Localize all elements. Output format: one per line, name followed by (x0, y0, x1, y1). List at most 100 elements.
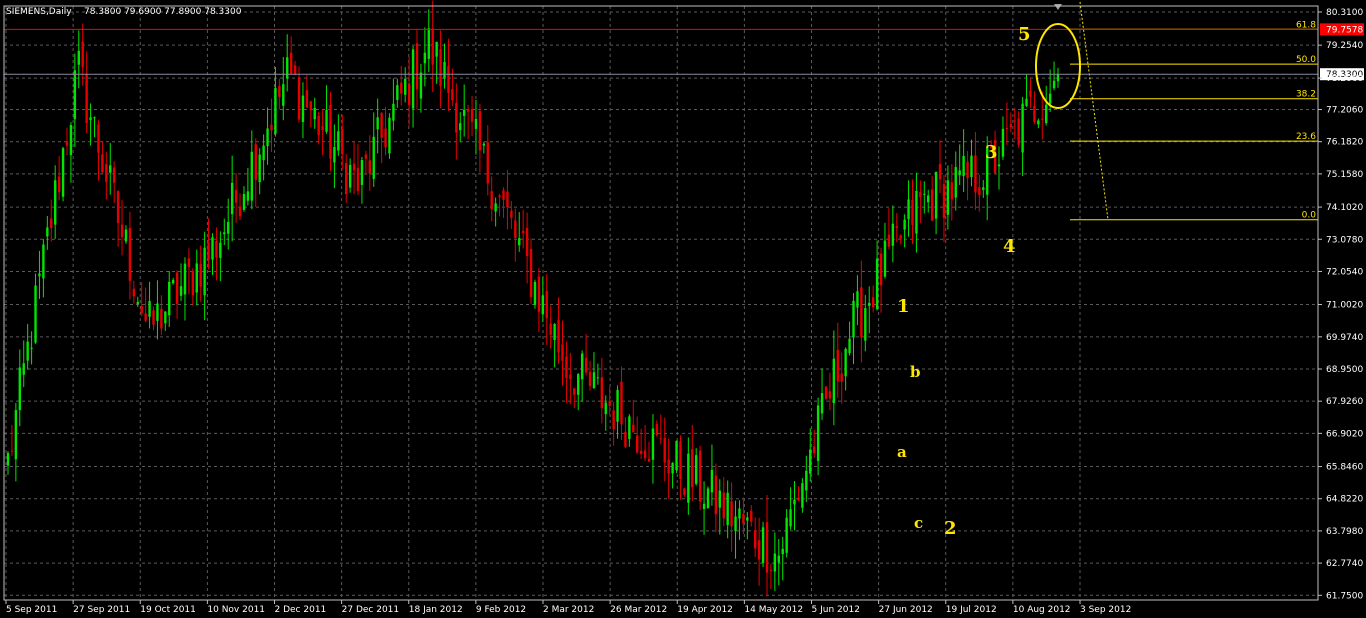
candle-up (726, 492, 729, 525)
candle-down (490, 191, 493, 209)
candle-up (789, 509, 792, 527)
candle-up (852, 300, 855, 338)
x-tick-label: 27 Sep 2011 (73, 605, 130, 615)
candle-up (38, 273, 41, 277)
candle-up (982, 187, 985, 190)
candle-down (506, 191, 509, 208)
candle-down (105, 164, 108, 182)
candle-down (368, 160, 371, 174)
candle-down (698, 450, 702, 502)
candle-down (549, 323, 552, 335)
y-tick-label: 72.0540 (1326, 267, 1363, 277)
x-tick-label: 2 Mar 2012 (543, 605, 594, 615)
candle-down (828, 391, 832, 399)
candle-down (502, 190, 505, 200)
candle-down (10, 450, 14, 452)
candle-up (474, 118, 478, 129)
candle-down (537, 276, 541, 312)
candle-up (333, 146, 336, 163)
candle-down (254, 144, 257, 180)
candle-down (120, 224, 124, 238)
y-tick-label: 61.7500 (1326, 591, 1363, 601)
y-tick-label: 73.0780 (1326, 235, 1363, 245)
candle-up (171, 280, 175, 284)
candle-up (313, 107, 316, 120)
candle-down (498, 195, 501, 197)
candle-up (219, 242, 222, 258)
candle-up (1048, 93, 1052, 104)
y-tick-label: 74.1020 (1326, 203, 1363, 213)
candle-up (250, 151, 254, 201)
candle-up (927, 195, 930, 203)
candle-down (144, 313, 147, 321)
fib-level-label: 38.2 (1296, 90, 1316, 100)
candle-up (246, 191, 250, 201)
fib-level-label: 61.8 (1296, 20, 1316, 30)
candle-down (663, 438, 666, 463)
candle-down (569, 374, 572, 380)
candle-down (234, 189, 238, 203)
candle-down (600, 377, 604, 408)
candle-down (1005, 127, 1009, 129)
candle-down (514, 220, 517, 238)
y-tick-label: 80.3100 (1326, 8, 1363, 18)
candle-up (195, 263, 198, 293)
candle-down (152, 310, 155, 325)
candle-down (97, 124, 100, 153)
candle-up (136, 301, 139, 304)
price-chart[interactable]: 61.850.038.223.60.0 78.330079.757812345a… (0, 0, 1366, 618)
candle-up (671, 463, 674, 474)
candle-down (950, 182, 954, 200)
candle-down (160, 308, 163, 329)
candle-up (227, 222, 230, 234)
wave-label: 5 (1018, 24, 1031, 45)
fib-level-label: 23.6 (1296, 132, 1316, 142)
candle-up (695, 455, 698, 484)
candle-up (1045, 104, 1048, 124)
candle-down (81, 41, 84, 67)
candle-up (875, 258, 879, 310)
candle-down (529, 248, 533, 298)
candle-up (392, 103, 395, 121)
candle-down (466, 109, 470, 112)
candle-up (61, 148, 65, 197)
candle-up (46, 227, 49, 237)
candle-down (525, 227, 529, 257)
candle-up (223, 232, 226, 235)
candle-down (305, 90, 309, 108)
candle-up (6, 452, 10, 466)
candle-down (175, 272, 179, 304)
candle-up (604, 402, 607, 415)
candle-up (553, 323, 556, 341)
candle-up (282, 84, 285, 106)
y-tick-label: 76.1820 (1326, 138, 1363, 148)
candle-down (753, 530, 757, 549)
candle-down (836, 349, 839, 382)
candle-down (545, 290, 548, 319)
candle-down (612, 410, 615, 429)
x-tick-label: 26 Mar 2012 (610, 605, 667, 615)
candle-down (478, 111, 482, 151)
candle-down (636, 435, 639, 453)
candle-up (596, 377, 600, 379)
candle-up (73, 70, 77, 120)
candle-up (907, 199, 910, 220)
candle-down (765, 522, 769, 573)
candle-up (462, 109, 466, 116)
x-tick-label: 5 Sep 2011 (6, 605, 57, 615)
candle-down (588, 371, 592, 387)
y-tick-label: 66.9020 (1326, 429, 1363, 439)
candle-down (632, 424, 635, 433)
candle-down (978, 187, 981, 196)
candle-up (230, 182, 234, 215)
candle-up (1001, 128, 1005, 157)
candle-up (734, 516, 737, 532)
candle-down (974, 155, 977, 193)
candle-down (667, 459, 670, 474)
fib-level-label: 0.0 (1302, 211, 1317, 221)
candle-up (915, 190, 918, 234)
candle-up (997, 164, 1001, 167)
x-tick-label: 10 Nov 2011 (207, 605, 265, 615)
candle-down (65, 141, 69, 146)
candle-down (439, 49, 442, 86)
